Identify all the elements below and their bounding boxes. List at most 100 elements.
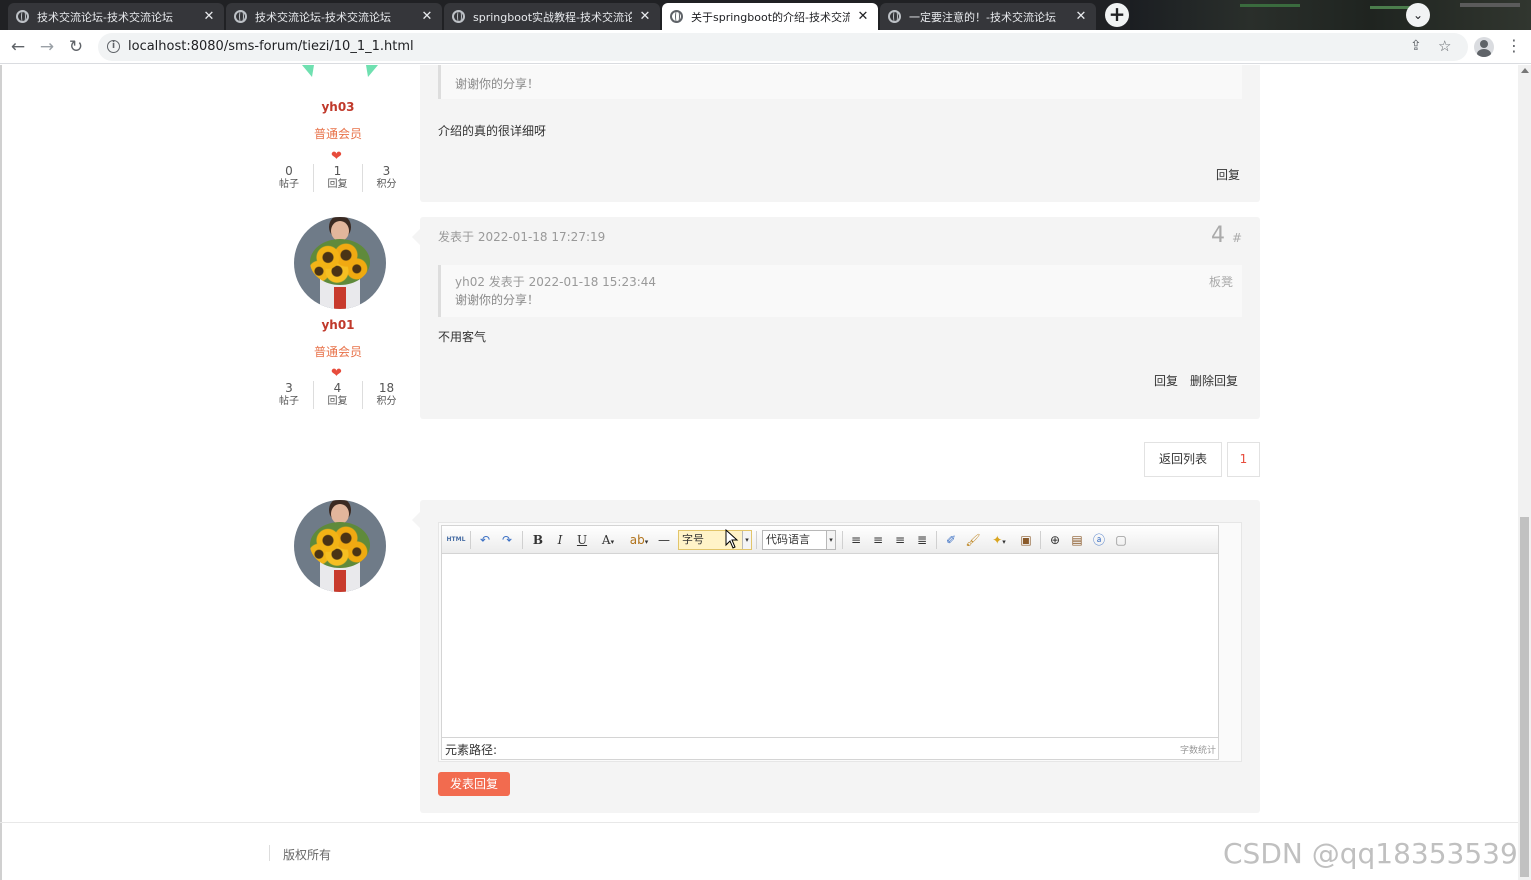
close-tab-icon[interactable]: ✕ [856, 9, 870, 24]
eraser-icon[interactable]: ✐ [942, 531, 960, 549]
align-justify-icon[interactable]: ≣ [914, 531, 930, 549]
browser-tab-5[interactable]: 一定要注意的！-技术交流论坛 ✕ [880, 3, 1096, 30]
toolbar-separator [756, 531, 757, 549]
username[interactable]: yh01 [270, 318, 406, 332]
desktop-background-strip [1130, 0, 1531, 30]
editor-content-area[interactable] [442, 555, 1218, 737]
page-left-border [0, 65, 2, 880]
delete-reply-link[interactable]: 删除回复 [1190, 372, 1238, 389]
back-to-list-button[interactable]: 返回列表 [1144, 442, 1222, 477]
toolbar-separator [1040, 531, 1041, 549]
select-all-icon[interactable]: ⓐ [1090, 531, 1108, 549]
stat-replies: 1 回复 [313, 164, 361, 192]
kebab-menu-icon[interactable]: ⋮ [1506, 36, 1522, 56]
font-color-icon[interactable]: A▾ [596, 531, 620, 549]
globe-icon [452, 10, 465, 23]
close-tab-icon[interactable]: ✕ [638, 9, 652, 24]
stat-value: 3 [285, 381, 293, 395]
undo-icon[interactable]: ↶ [476, 531, 494, 549]
back-arrow-icon[interactable]: ← [7, 36, 29, 58]
italic-icon[interactable]: I [552, 531, 568, 549]
site-info-icon[interactable]: i [107, 40, 120, 53]
globe-icon [234, 10, 247, 23]
font-size-select[interactable]: 字号 ▾ [678, 530, 752, 550]
stat-posts: 3 帖子 [265, 381, 313, 409]
tab-title: 技术交流论坛-技术交流论坛 [37, 10, 173, 24]
url-bar[interactable]: i localhost:8080/sms-forum/tiezi/10_1_1.… [98, 33, 1468, 61]
toolbar-separator [522, 531, 523, 549]
close-tab-icon[interactable]: ✕ [420, 9, 434, 24]
element-path-label: 元素路径: [445, 743, 498, 757]
forward-arrow-icon[interactable]: → [36, 36, 58, 58]
dropdown-arrow-icon[interactable]: ▾ [826, 531, 835, 549]
address-toolbar: ← → ↻ i localhost:8080/sms-forum/tiezi/1… [0, 30, 1531, 64]
paste-icon[interactable]: ▤ [1068, 531, 1086, 549]
new-tab-plus-icon[interactable]: + [1105, 3, 1129, 27]
browser-tab-2[interactable]: 技术交流论坛-技术交流论坛 ✕ [226, 3, 442, 30]
heart-icon: ❤ [331, 149, 342, 164]
paste-plain-icon[interactable]: ▣ [1018, 531, 1034, 549]
tab-search-chevron-icon[interactable]: ⌄ [1406, 3, 1430, 27]
post-author-card-2: yh01 普通会员 ❤ 3 帖子 4 回复 18 积分 [270, 217, 406, 417]
find-replace-icon[interactable]: ⊕ [1046, 531, 1064, 549]
reply-link[interactable]: 回复 [1154, 372, 1178, 389]
editor-statusbar: 元素路径: 字数统计 [442, 737, 1218, 759]
redo-icon[interactable]: ↷ [498, 531, 516, 549]
quote-text: 谢谢你的分享！ [455, 77, 540, 91]
globe-icon [888, 10, 901, 23]
quote-text: 谢谢你的分享！ [455, 293, 540, 307]
auto-format-icon[interactable]: ✦▾ [986, 531, 1012, 549]
highlight-color-icon[interactable]: ab▾ [626, 531, 652, 549]
toolbar-separator [470, 531, 471, 549]
browser-tab-4-active[interactable]: 关于springboot的介绍-技术交流论坛 ✕ [662, 3, 878, 30]
share-icon[interactable]: ⇪ [1410, 38, 1422, 54]
current-user-avatar[interactable] [294, 500, 386, 592]
browser-tab-1[interactable]: 技术交流论坛-技术交流论坛 ✕ [8, 3, 224, 30]
username[interactable]: yh03 [270, 100, 406, 114]
new-document-icon[interactable]: ▢ [1112, 531, 1130, 549]
quote-meta: yh02 发表于 2022-01-18 15:23:44 [455, 275, 657, 289]
editor-toolbar: HTML ↶ ↷ B I U A▾ ab▾ — 字号 ▾ 代码语言 ▾ ≡ ≡ … [442, 526, 1218, 554]
scroll-up-arrow-icon[interactable] [1521, 68, 1529, 73]
page-number-button[interactable]: 1 [1227, 442, 1260, 477]
font-size-value: 字号 [682, 533, 704, 546]
member-role: 普通会员 [313, 345, 362, 359]
avatar-bottom-partial[interactable] [294, 65, 386, 81]
post-content: 介绍的真的很详细呀 [438, 124, 547, 138]
user-avatar[interactable] [294, 217, 386, 309]
html-source-icon[interactable]: HTML [446, 531, 466, 549]
align-left-icon[interactable]: ≡ [848, 531, 864, 549]
underline-icon[interactable]: U [574, 531, 590, 549]
align-right-icon[interactable]: ≡ [892, 531, 908, 549]
close-tab-icon[interactable]: ✕ [202, 9, 216, 24]
footer-separator [269, 845, 270, 861]
globe-icon [16, 10, 29, 23]
stat-value: 0 [285, 164, 293, 178]
user-stats: 3 帖子 4 回复 18 积分 [270, 381, 406, 411]
browser-tab-3[interactable]: springboot实战教程-技术交流论坛 ✕ [444, 3, 660, 30]
bookmark-star-icon[interactable]: ☆ [1438, 37, 1451, 55]
code-language-select[interactable]: 代码语言 ▾ [762, 530, 836, 550]
copyright-text: 版权所有 [283, 848, 332, 862]
align-center-icon[interactable]: ≡ [870, 531, 886, 549]
dropdown-arrow-icon[interactable]: ▾ [742, 531, 751, 549]
member-role: 普通会员 [313, 127, 362, 141]
bold-icon[interactable]: B [530, 531, 546, 549]
profile-avatar-icon[interactable] [1474, 37, 1494, 57]
reply-link[interactable]: 回复 [1216, 166, 1240, 183]
stat-points: 3 积分 [362, 164, 410, 192]
word-count-label: 字数统计 [1179, 746, 1216, 756]
horizontal-rule-icon[interactable]: — [656, 531, 672, 549]
stat-value: 3 [382, 164, 391, 178]
submit-reply-button[interactable]: 发表回复 [438, 772, 510, 796]
format-painter-icon[interactable]: 🖌 [964, 531, 982, 549]
tab-title: 一定要注意的！-技术交流论坛 [909, 10, 1056, 24]
scrollbar-thumb[interactable] [1520, 517, 1529, 877]
vertical-scrollbar[interactable] [1518, 65, 1531, 880]
close-tab-icon[interactable]: ✕ [1074, 9, 1088, 24]
stat-label: 回复 [327, 179, 348, 190]
code-language-value: 代码语言 [766, 533, 810, 546]
url-text[interactable]: localhost:8080/sms-forum/tiezi/10_1_1.ht… [128, 39, 414, 54]
reload-icon[interactable]: ↻ [65, 36, 87, 58]
stat-label: 帖子 [279, 179, 299, 190]
